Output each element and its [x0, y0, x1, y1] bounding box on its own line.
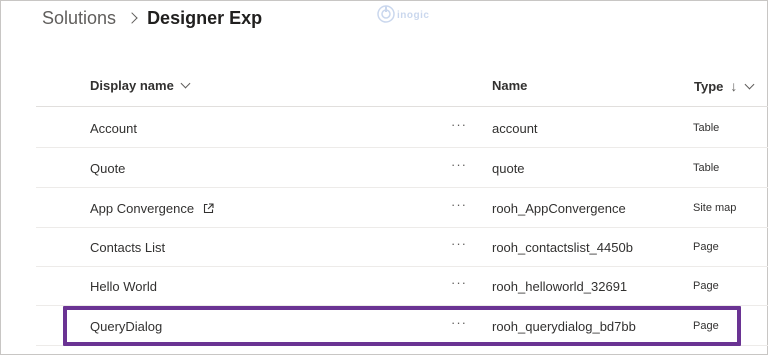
column-header-label: Type — [694, 78, 724, 94]
chevron-down-icon — [744, 79, 755, 89]
more-options-button[interactable]: ··· — [451, 236, 467, 251]
column-header-name[interactable]: Name — [492, 78, 527, 93]
more-options-button[interactable]: ··· — [451, 117, 467, 132]
inogic-logo-icon — [377, 5, 395, 23]
display-name-cell[interactable]: Quote — [90, 161, 125, 176]
type-cell: Table — [693, 162, 720, 174]
breadcrumb: Solutions Designer Exp — [42, 7, 262, 29]
column-header-display-name[interactable]: Display name — [90, 78, 191, 93]
table-row[interactable]: App Convergence ··· rooh_AppConvergence … — [36, 188, 768, 228]
watermark-text: inogic — [397, 10, 430, 21]
type-cell: Table — [693, 122, 720, 134]
name-cell: rooh_contactslist_4450b — [492, 240, 633, 255]
table-row[interactable]: Contacts List ··· rooh_contactslist_4450… — [36, 227, 768, 267]
page-title: Designer Exp — [147, 7, 263, 28]
table-row[interactable]: Hello World ··· rooh_helloworld_32691 Pa… — [36, 266, 768, 306]
name-cell: quote — [492, 161, 525, 176]
column-header-type[interactable]: Type ↓ — [694, 78, 755, 94]
display-name-label: App Convergence — [90, 201, 195, 216]
sort-descending-icon: ↓ — [730, 78, 738, 94]
name-cell: rooh_helloworld_32691 — [492, 279, 628, 294]
display-name-cell[interactable]: Contacts List — [90, 240, 165, 255]
highlight-box — [63, 306, 741, 346]
column-header-label: Display name — [90, 78, 174, 93]
type-cell: Page — [693, 241, 719, 253]
type-cell: Page — [693, 280, 719, 292]
column-header-label: Name — [492, 78, 528, 93]
chevron-right-icon — [126, 12, 138, 24]
display-name-cell[interactable]: Account — [90, 121, 137, 136]
table-row[interactable]: Quote ··· quote Table — [36, 148, 768, 188]
type-cell: Site map — [693, 202, 737, 214]
table-row[interactable]: Account ··· account Table — [36, 108, 768, 148]
more-options-button[interactable]: ··· — [451, 157, 467, 172]
name-cell: rooh_AppConvergence — [492, 201, 626, 216]
open-external-icon[interactable] — [203, 203, 214, 214]
display-name-cell[interactable]: App Convergence — [90, 201, 214, 216]
more-options-button[interactable]: ··· — [451, 275, 467, 290]
more-options-button[interactable]: ··· — [451, 197, 467, 212]
name-cell: account — [492, 121, 538, 136]
table-header: Display name Name Type ↓ — [36, 66, 768, 107]
display-name-cell[interactable]: Hello World — [90, 279, 157, 294]
watermark: inogic — [376, 4, 429, 24]
chevron-down-icon — [180, 78, 191, 89]
breadcrumb-solutions-link[interactable]: Solutions — [42, 8, 116, 29]
